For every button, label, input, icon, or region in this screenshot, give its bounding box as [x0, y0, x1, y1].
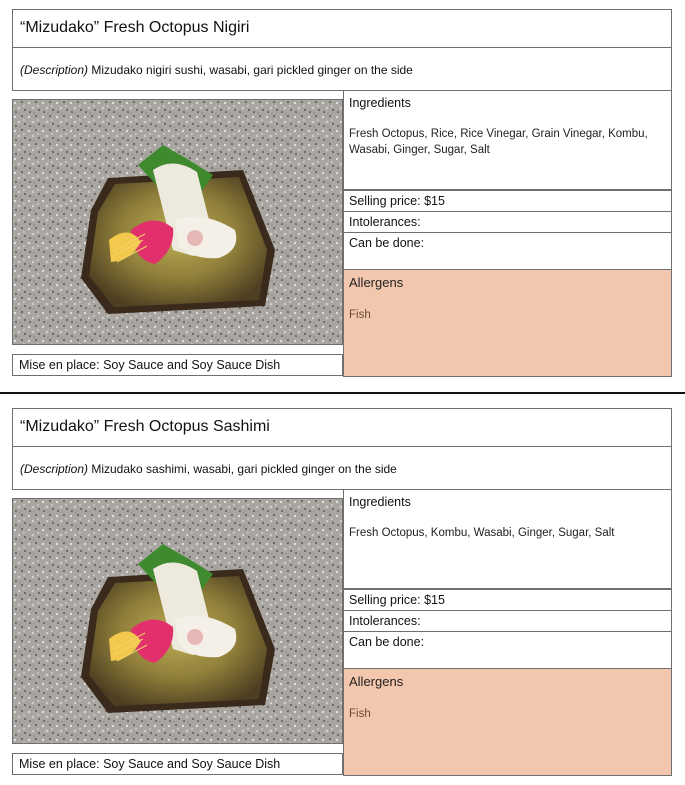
intolerances-row: Intolerances:: [343, 610, 672, 632]
mise-en-place-box: Mise en place: Soy Sauce and Soy Sauce D…: [12, 753, 343, 775]
ingredients-value: Fresh Octopus, Rice, Rice Vinegar, Grain…: [349, 128, 648, 156]
allergens-value: Fish: [349, 708, 371, 720]
allergens-label: Allergens: [349, 275, 404, 290]
allergens-box: Allergens Fish: [343, 269, 672, 377]
can-be-done-row: Can be done:: [343, 631, 672, 669]
selling-price-value: $15: [424, 194, 445, 208]
selling-price-label: Selling price:: [349, 593, 421, 607]
mise-en-place-text: Mise en place: Soy Sauce and Soy Sauce D…: [19, 358, 281, 372]
can-be-done-label: Can be done:: [349, 236, 425, 250]
dish-photo: [12, 99, 343, 345]
ingredients-box: Ingredients Fresh Octopus, Kombu, Wasabi…: [343, 489, 672, 589]
description-text: (Description) Mizudako nigiri sushi, was…: [20, 63, 413, 77]
ingredients-box: Ingredients Fresh Octopus, Rice, Rice Vi…: [343, 90, 672, 190]
intolerances-label: Intolerances:: [349, 215, 421, 229]
card-divider: [0, 392, 685, 394]
intolerances-label: Intolerances:: [349, 614, 421, 628]
allergens-label: Allergens: [349, 674, 404, 689]
description-value: Mizudako nigiri sushi, wasabi, gari pick…: [88, 63, 413, 77]
dish-title: “Mizudako” Fresh Octopus Sashimi: [20, 418, 270, 435]
can-be-done-label: Can be done:: [349, 635, 425, 649]
description-box: (Description) Mizudako sashimi, wasabi, …: [12, 446, 672, 490]
description-value: Mizudako sashimi, wasabi, gari pickled g…: [88, 462, 397, 476]
selling-price-text: Selling price: $15: [349, 593, 445, 607]
selling-price-value: $15: [424, 593, 445, 607]
selling-price-row: Selling price: $15: [343, 190, 672, 212]
can-be-done-row: Can be done:: [343, 232, 672, 270]
dish-photo: [12, 498, 343, 744]
selling-price-text: Selling price: $15: [349, 194, 445, 208]
allergens-box: Allergens Fish: [343, 668, 672, 776]
description-text: (Description) Mizudako sashimi, wasabi, …: [20, 462, 397, 476]
mise-en-place-text: Mise en place: Soy Sauce and Soy Sauce D…: [19, 757, 281, 771]
dish-title-box: “Mizudako” Fresh Octopus Sashimi: [12, 408, 672, 447]
ingredients-value: Fresh Octopus, Kombu, Wasabi, Ginger, Su…: [349, 527, 615, 539]
allergens-value: Fish: [349, 309, 371, 321]
ingredients-label: Ingredients: [349, 96, 411, 110]
selling-price-label: Selling price:: [349, 194, 421, 208]
description-label: (Description): [20, 63, 89, 77]
intolerances-row: Intolerances:: [343, 211, 672, 233]
dish-title-box: “Mizudako” Fresh Octopus Nigiri: [12, 9, 672, 48]
selling-price-row: Selling price: $15: [343, 589, 672, 611]
mise-en-place-box: Mise en place: Soy Sauce and Soy Sauce D…: [12, 354, 343, 376]
description-label: (Description): [20, 462, 89, 476]
ingredients-label: Ingredients: [349, 495, 411, 509]
description-box: (Description) Mizudako nigiri sushi, was…: [12, 47, 672, 91]
dish-title: “Mizudako” Fresh Octopus Nigiri: [20, 19, 250, 36]
